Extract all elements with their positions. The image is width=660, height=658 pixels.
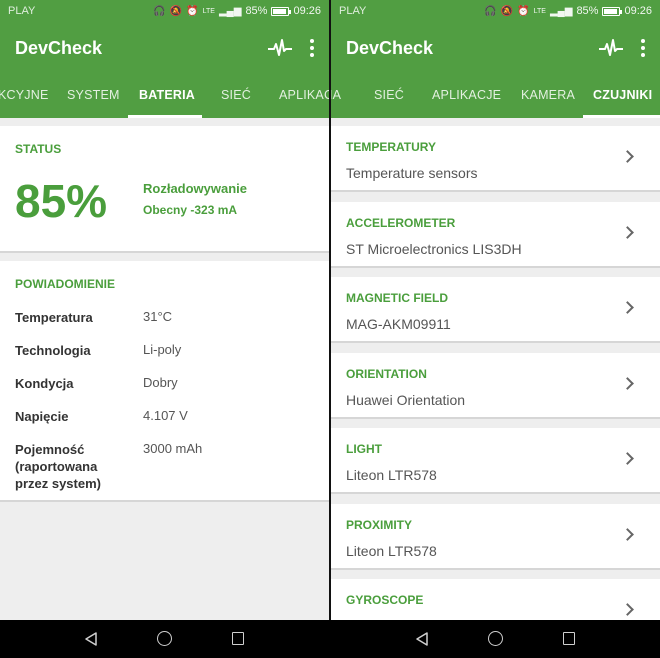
- sensor-item[interactable]: PROXIMITY Liteon LTR578: [331, 503, 660, 570]
- tab-bateria[interactable]: BATERIA: [139, 74, 195, 118]
- chevron-right-icon: [621, 376, 634, 390]
- nav-recents-icon[interactable]: [232, 632, 244, 645]
- technology-label: Technologia: [15, 343, 91, 358]
- status-card-title: STATUS: [15, 142, 62, 156]
- clock: 09:26: [624, 5, 652, 17]
- sensor-name: MAGNETIC FIELD: [346, 291, 448, 305]
- sensor-vendor: Huawei Orientation: [346, 391, 466, 408]
- tab-aplikacje[interactable]: APLIKACJE: [432, 74, 501, 118]
- app-bar: DevCheck: [0, 22, 329, 74]
- capacity-label: Pojemność (raportowana przez system): [15, 442, 101, 491]
- notification-card-title: POWIADOMIENIE: [15, 277, 116, 291]
- chevron-right-icon: [621, 225, 634, 239]
- lte-label: LTE: [202, 7, 215, 15]
- app-title: DevCheck: [15, 37, 103, 58]
- right-screen: PLAY 🎧 🔕 ⏰ LTE ▂▄▆ 85% 09:26 DevCheck IA…: [331, 0, 660, 620]
- battery-percent: 85%: [245, 5, 268, 17]
- left-screen: PLAY 🎧 🔕 ⏰ LTE ▂▄▆ 85% 09:26 DevCheck KC…: [0, 0, 329, 620]
- mute-icon: 🔕: [500, 5, 514, 17]
- headphones-icon: 🎧: [153, 5, 166, 17]
- carrier-label: PLAY: [339, 5, 367, 17]
- sensor-name: ACCELEROMETER: [346, 215, 456, 230]
- sensor-name: TEMPERATURY: [346, 140, 436, 154]
- sensor-name: ORIENTATION: [346, 366, 427, 381]
- alarm-icon: ⏰: [186, 5, 199, 17]
- status-card: STATUS 85% Rozładowywanie Obecny -323 mA: [0, 126, 329, 253]
- sensor-vendor: Liteon LTR578: [346, 542, 437, 559]
- battery-percent: 85%: [576, 5, 599, 17]
- pulse-icon[interactable]: [599, 38, 623, 58]
- tab-aplikacja-partial[interactable]: IA: [331, 74, 341, 118]
- battery-icon: [602, 6, 623, 16]
- chevron-right-icon: [621, 603, 634, 616]
- sensor-vendor: MAG-AKM09911: [346, 316, 451, 332]
- more-vert-icon[interactable]: [310, 39, 314, 57]
- signal-icon: ▂▄▆: [218, 5, 242, 17]
- charge-state: Rozładowywanie: [143, 181, 248, 196]
- status-bar: PLAY 🎧 🔕 ⏰ LTE ▂▄▆ 85% 09:26: [0, 0, 329, 22]
- sensor-item[interactable]: GYROSCOPE: [331, 579, 660, 620]
- sensor-vendor: Liteon LTR578: [346, 467, 437, 483]
- sensor-item[interactable]: LIGHT Liteon LTR578: [331, 428, 660, 494]
- app-bar: DevCheck: [331, 22, 660, 74]
- app-title: DevCheck: [346, 37, 434, 58]
- current-reading: Obecny -323 mA: [143, 203, 238, 217]
- nav-recents-icon[interactable]: [563, 632, 575, 645]
- health-label: Kondycja: [15, 376, 74, 391]
- tab-aplikacje[interactable]: APLIKACJA: [279, 74, 329, 118]
- sensor-name: GYROSCOPE: [346, 593, 424, 607]
- status-bar: PLAY 🎧 🔕 ⏰ LTE ▂▄▆ 85% 09:26: [331, 0, 660, 22]
- sensor-item[interactable]: ORIENTATION Huawei Orientation: [331, 352, 660, 419]
- chevron-right-icon: [621, 527, 634, 541]
- temperature-value: 31°C: [143, 309, 173, 324]
- sensor-name: LIGHT: [346, 442, 382, 456]
- tab-system[interactable]: SYSTEM: [67, 74, 120, 118]
- more-vert-icon[interactable]: [641, 39, 645, 57]
- sensor-item[interactable]: MAGNETIC FIELD MAG-AKM09911: [331, 277, 660, 343]
- battery-percent-large: 85%: [15, 175, 108, 227]
- notification-card: POWIADOMIENIE Temperatura 31°C Technolog…: [0, 261, 329, 502]
- nav-home-icon[interactable]: [488, 631, 503, 646]
- tab-siec[interactable]: SIEĆ: [374, 74, 404, 118]
- tab-indicator: [583, 115, 660, 118]
- tab-bar: IA SIEĆ APLIKACJE KAMERA CZUJNIKI: [331, 74, 660, 118]
- nav-back-icon[interactable]: [415, 632, 429, 646]
- sensor-item[interactable]: TEMPERATURY Temperature sensors: [331, 126, 660, 192]
- mute-icon: 🔕: [169, 5, 183, 17]
- health-value: Dobry: [143, 375, 178, 390]
- technology-value: Li-poly: [143, 342, 182, 357]
- chevron-right-icon: [621, 301, 634, 314]
- navigation-bar: [0, 620, 660, 658]
- pulse-icon[interactable]: [268, 38, 292, 58]
- chevron-right-icon: [621, 452, 634, 465]
- sensor-name: PROXIMITY: [346, 517, 413, 532]
- tab-indicator: [128, 115, 202, 118]
- tab-kamera[interactable]: KAMERA: [521, 74, 575, 118]
- tab-siec[interactable]: SIEĆ: [221, 74, 251, 118]
- alarm-icon: ⏰: [517, 5, 530, 17]
- voltage-value: 4.107 V: [143, 408, 188, 423]
- sensor-item[interactable]: ACCELEROMETER ST Microelectronics LIS3DH: [331, 201, 660, 268]
- signal-icon: ▂▄▆: [549, 5, 573, 17]
- sensor-vendor: Temperature sensors: [346, 165, 478, 181]
- tab-czujniki[interactable]: CZUJNIKI: [593, 74, 652, 118]
- temperature-label: Temperatura: [15, 310, 93, 325]
- carrier-label: PLAY: [8, 5, 36, 17]
- tab-funkcyjne[interactable]: KCYJNE: [0, 74, 49, 118]
- battery-icon: [271, 6, 292, 16]
- sensor-vendor: ST Microelectronics LIS3DH: [346, 240, 522, 257]
- capacity-value: 3000 mAh: [143, 441, 203, 456]
- voltage-label: Napięcie: [15, 409, 69, 424]
- nav-back-icon[interactable]: [84, 632, 98, 646]
- nav-home-icon[interactable]: [157, 631, 172, 646]
- headphones-icon: 🎧: [484, 5, 497, 17]
- tab-bar: KCYJNE SYSTEM BATERIA SIEĆ APLIKACJA: [0, 74, 329, 118]
- clock: 09:26: [293, 5, 321, 17]
- lte-label: LTE: [533, 7, 546, 15]
- chevron-right-icon: [621, 150, 634, 163]
